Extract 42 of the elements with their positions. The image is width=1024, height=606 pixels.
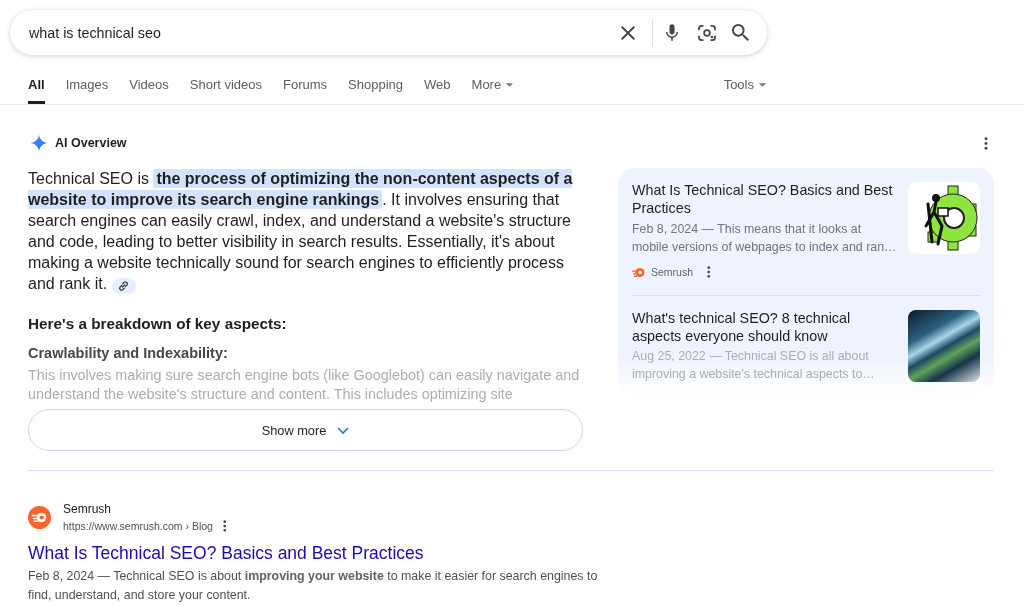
result-snippet: Feb 8, 2024 — Technical SEO is about improving your website to make it easier for search engines to find, understand, and store your content. xyxy=(28,568,599,604)
more-options-icon[interactable] xyxy=(984,136,988,150)
overview-paragraph: Technical SEO is the process of optimizing the non-content aspects of a website to improve its search engine rankings. It involves ensuring that search engines can easily crawl, index, and understand a website's structure and code, leading to better visibility in search results. Essentially, it's about making a website technically sound for search engines to efficiently process and rank it. xyxy=(28,168,574,294)
tab[interactable]: All xyxy=(28,67,45,104)
tools-tab[interactable]: Tools xyxy=(723,67,766,104)
sparkle-icon xyxy=(30,134,48,152)
close-icon[interactable] xyxy=(621,25,635,40)
source-link-button[interactable] xyxy=(111,278,136,294)
microphone-icon[interactable] xyxy=(666,24,678,41)
fireball-icon xyxy=(632,266,645,278)
ai-overview-title: AI Overview xyxy=(55,136,127,150)
source-title-link[interactable]: What's technical SEO? 8 technical aspects everyone should know xyxy=(632,309,898,345)
tab[interactable]: Images xyxy=(65,67,109,104)
result-title-link[interactable]: What Is Technical SEO? Basics and Best Practices xyxy=(28,541,603,565)
fireball-icon xyxy=(28,506,51,529)
caret-icon xyxy=(759,83,766,87)
aspect-text: This involves making sure search engine bots (like Googlebot) can easily navigate and understand the website's structure and content. This includes optimizing site xyxy=(28,366,581,404)
search-field[interactable]: what is technical seo xyxy=(10,10,767,55)
more-options-icon[interactable] xyxy=(707,266,711,278)
link-icon xyxy=(119,281,129,291)
gear-drawing xyxy=(908,182,980,254)
source-snippet: Aug 25, 2022 — Technical SEO is all about improving a website's technical aspects to… xyxy=(632,348,876,383)
tab[interactable]: Web xyxy=(424,67,451,104)
breakdown-heading: Here's a breakdown of key aspects: xyxy=(28,314,288,334)
chevron-down-icon xyxy=(337,426,350,434)
tab[interactable]: Short videos xyxy=(189,67,263,104)
photo-placeholder xyxy=(908,310,980,382)
more-options-icon[interactable] xyxy=(222,520,227,532)
tab[interactable]: More xyxy=(471,67,514,104)
show-more-button[interactable]: Show more xyxy=(28,409,583,451)
source-snippet: Feb 8, 2024 — This means that it looks at mobile versions of webpages to index and ran… xyxy=(632,221,898,256)
aspect-heading: Crawlability and Indexability: xyxy=(28,344,229,363)
tab[interactable]: Shopping xyxy=(348,67,404,104)
search-icon[interactable] xyxy=(732,24,749,41)
tab[interactable]: Videos xyxy=(129,67,169,104)
caret-icon xyxy=(506,83,514,87)
site-name: Semrush xyxy=(63,501,113,518)
site-url: https://www.semrush.com › Blog xyxy=(63,519,213,534)
source-title-link[interactable]: What Is Technical SEO? Basics and Best Practices xyxy=(632,181,898,217)
tab[interactable]: Forums xyxy=(283,67,328,104)
source-name: Semrush xyxy=(651,266,693,278)
camera-icon[interactable] xyxy=(698,24,716,41)
